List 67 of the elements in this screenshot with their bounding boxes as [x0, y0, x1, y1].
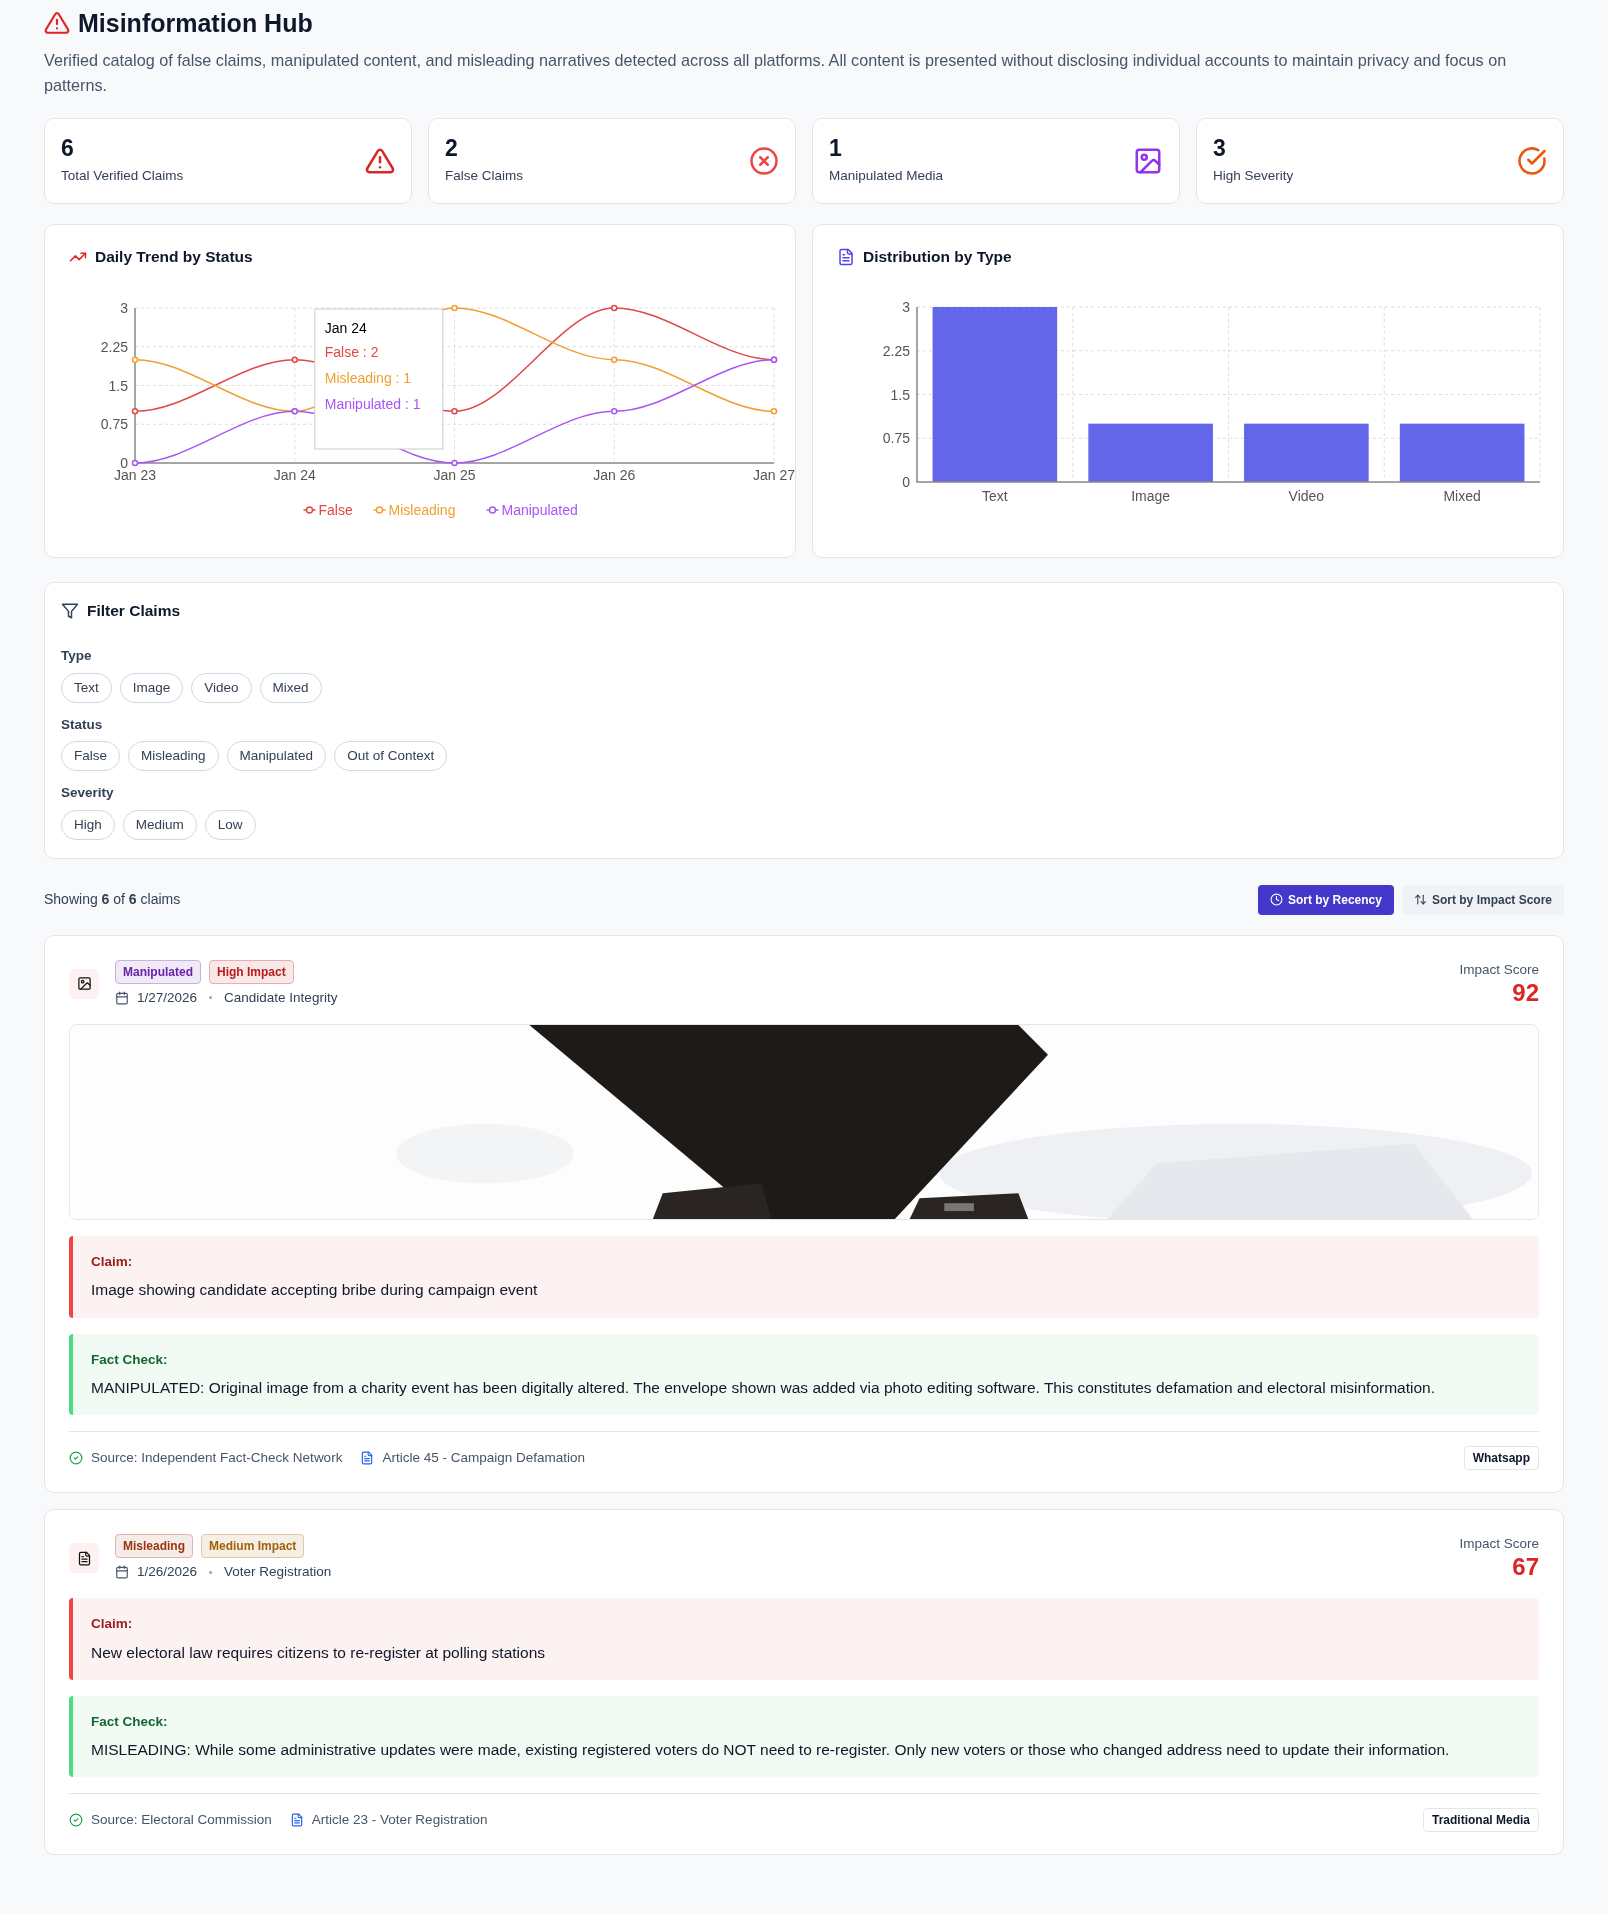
claim-date: 1/27/2026 [137, 988, 198, 1007]
status-tag: High Impact [209, 959, 294, 984]
filter-group-label: Type [61, 647, 93, 666]
fact-check-text: MISLEADING: While some administrative updates were made, existing registered voters do NOT need to re-register. Only new voters or those who changed address need to update their information. [91, 1740, 1451, 1761]
tooltip-value: Misleading : 1 [324, 370, 412, 387]
fact-check-label: Fact Check: [91, 1350, 169, 1369]
claim-topic: Candidate Integrity [224, 988, 338, 1007]
claim-text: New electoral law requires citizens to re-register at polling stations [91, 1642, 546, 1663]
axis-tick-label: 0.75 [882, 430, 910, 447]
tooltip-title: Jan 24 [324, 320, 367, 337]
page-description: Verified catalog of false claims, manipulated content, and misleading narratives detected across all platforms. All content is presented without disclosing individual accounts to maintain privacy and focus on patterns. [44, 50, 1508, 97]
stat-value: 3 [1213, 136, 1227, 162]
status-tag: Medium Impact [201, 1534, 305, 1559]
stat-value: 2 [445, 136, 459, 162]
axis-tick-label: Jan 24 [273, 467, 316, 484]
page-title: Misinformation Hub [78, 8, 313, 38]
filter-group-label: Status [61, 715, 104, 734]
legend-label: Misleading [388, 502, 456, 519]
axis-tick-label: Mixed [1443, 488, 1481, 505]
score-label: Impact Score [1459, 960, 1539, 979]
filter-group-label: Severity [61, 784, 115, 803]
stat-value: 6 [61, 136, 75, 162]
tooltip-value: False : 2 [324, 344, 379, 361]
stat-value: 1 [829, 136, 843, 162]
claim-date: 1/26/2026 [137, 1563, 198, 1582]
chart-title: Daily Trend by Status [95, 247, 253, 268]
tooltip-value: Manipulated : 1 [324, 396, 421, 413]
axis-tick-label: Jan 25 [433, 467, 476, 484]
axis-tick-label: 3 [902, 299, 910, 316]
claim-label: Claim: [91, 1253, 134, 1272]
results-count: Showing 6 of 6 claims [44, 890, 181, 910]
axis-tick-label: 0 [902, 474, 910, 491]
platform-tag: Whatsapp [1463, 1446, 1539, 1471]
stat-label: False Claims [445, 166, 523, 185]
stat-label: High Severity [1213, 166, 1294, 185]
axis-tick-label: Jan 27 [753, 467, 795, 484]
impact-score: 67 [1511, 1554, 1539, 1581]
axis-tick-label: 3 [120, 300, 128, 317]
axis-tick-label: 2.25 [100, 339, 128, 356]
article-text: Article 45 - Campaign Defamation [382, 1448, 585, 1467]
stat-label: Total Verified Claims [61, 166, 184, 185]
axis-tick-label: 0.75 [100, 416, 128, 433]
source-text: Source: Electoral Commission [91, 1811, 272, 1830]
fact-check-text: MANIPULATED: Original image from a charity event has been digitally altered. The envelope shown was added via photo editing software. This constitutes defamation and electoral misinformation. [91, 1377, 1437, 1398]
claim-topic: Voter Registration [224, 1563, 332, 1582]
axis-tick-label: 2.25 [882, 343, 910, 360]
claim-label: Claim: [91, 1615, 134, 1634]
fact-check-label: Fact Check: [91, 1712, 169, 1731]
platform-tag: Traditional Media [1423, 1808, 1539, 1833]
status-tag: Misleading [115, 1534, 193, 1559]
axis-tick-label: Text [982, 488, 1008, 505]
filter-title: Filter Claims [87, 601, 181, 622]
axis-tick-label: 1.5 [108, 377, 128, 394]
status-tag: Manipulated [115, 959, 201, 984]
axis-tick-label: Jan 26 [593, 467, 636, 484]
claim-text: Image showing candidate accepting bribe during campaign event [91, 1280, 539, 1301]
article-text: Article 23 - Voter Registration [311, 1811, 488, 1830]
axis-tick-label: 1.5 [890, 386, 910, 403]
axis-tick-label: Video [1288, 488, 1325, 505]
legend-label: Manipulated [501, 502, 578, 519]
chart-title: Distribution by Type [863, 247, 1012, 268]
impact-score: 92 [1511, 980, 1539, 1007]
legend-label: False [318, 502, 353, 519]
stat-label: Manipulated Media [829, 166, 944, 185]
axis-tick-label: Image [1131, 488, 1171, 505]
source-text: Source: Independent Fact-Check Network [91, 1448, 343, 1467]
score-label: Impact Score [1459, 1535, 1539, 1554]
